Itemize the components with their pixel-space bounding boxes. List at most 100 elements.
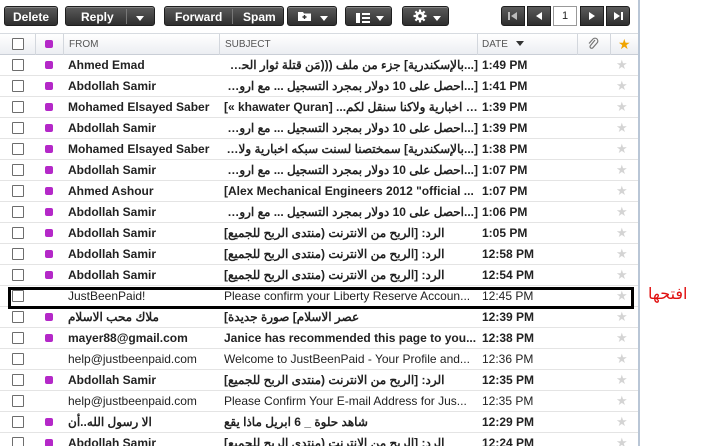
row-checkbox[interactable] [12,101,24,113]
unread-dot-icon[interactable] [45,439,53,446]
star-icon[interactable]: ★ [616,97,628,117]
message-row[interactable]: mayer88@gmail.com Janice has recommended … [0,328,638,349]
row-checkbox[interactable] [12,80,24,92]
first-page-button[interactable] [501,6,525,26]
star-icon[interactable]: ★ [616,412,628,432]
row-checkbox[interactable] [12,164,24,176]
select-all-checkbox[interactable] [12,38,24,50]
row-checkbox[interactable] [12,206,24,218]
message-row[interactable]: Abdollah Samir الرد: [الربح من الانترنت (… [0,370,638,391]
star-icon[interactable]: ★ [616,265,628,285]
star-icon[interactable]: ★ [616,76,628,96]
spam-button[interactable]: Spam [243,7,276,27]
unread-dot-icon[interactable] [45,208,53,216]
row-checkbox[interactable] [12,395,24,407]
message-row[interactable]: Mohamed Elsayed Saber [...بالإسكندرية] سم… [0,139,638,160]
row-checkbox[interactable] [12,122,24,134]
unread-dot-icon[interactable] [45,250,53,258]
row-checkbox[interactable] [12,437,24,446]
message-subject: [...بالإسكندرية] جزء من ملف (((مَن قتلة … [224,58,478,72]
message-from: Mohamed Elsayed Saber [68,142,210,156]
row-checkbox[interactable] [12,311,24,323]
from-column-header[interactable]: FROM [69,34,98,55]
star-icon[interactable]: ★ [616,223,628,243]
unread-dot-icon[interactable] [45,334,53,342]
star-icon[interactable]: ★ [616,160,628,180]
forward-button[interactable]: Forward [175,7,222,27]
row-checkbox[interactable] [12,248,24,260]
move-button[interactable] [287,6,337,26]
settings-button[interactable] [402,6,449,26]
row-checkbox[interactable] [12,332,24,344]
message-row[interactable]: Abdollah Samir [...احصل على 10 دولار بمجر… [0,118,638,139]
star-icon[interactable]: ★ [616,307,628,327]
row-checkbox[interactable] [12,185,24,197]
row-checkbox[interactable] [12,374,24,386]
move-dropdown-icon [319,7,329,27]
unread-dot-icon[interactable] [45,418,53,426]
message-row[interactable]: Abdollah Samir الرد: [الربح من الانترنت (… [0,223,638,244]
message-row[interactable]: Ahmed Emad [...بالإسكندرية] جزء من ملف ((… [0,55,638,76]
next-page-button[interactable] [580,6,604,26]
message-row[interactable]: help@justbeenpaid.com Please Confirm Your… [0,391,638,412]
message-subject: [...بالإسكندرية] سمختصنا لسنت سبكه اخبار… [224,142,478,156]
star-icon[interactable]: ★ [616,391,628,411]
star-icon[interactable]: ★ [616,118,628,138]
message-row[interactable]: Abdollah Samir الرد: [الربح من الانترنت (… [0,244,638,265]
unread-dot-icon[interactable] [45,271,53,279]
last-page-button[interactable] [606,6,630,26]
unread-dot-icon[interactable] [45,82,53,90]
message-row[interactable]: Abdollah Samir [...احصل على 10 دولار بمجر… [0,76,638,97]
star-column-icon[interactable]: ★ [618,34,631,55]
unread-dot-icon[interactable] [45,187,53,195]
unread-dot-icon[interactable] [45,145,53,153]
star-icon[interactable]: ★ [616,202,628,222]
message-row[interactable]: ملاك محب الاسلام عصر الاسلام] صورة جديدة]… [0,307,638,328]
message-row[interactable]: الا رسول الله..أن شاهد حلوة _ 6 ابريل ماذ… [0,412,638,433]
unread-dot-icon[interactable] [45,313,53,321]
row-checkbox[interactable] [12,227,24,239]
unread-dot-icon[interactable] [45,229,53,237]
row-checkbox[interactable] [12,416,24,428]
row-checkbox[interactable] [12,269,24,281]
message-row[interactable]: Ahmed Ashour [Alex Mechanical Engineers 2… [0,181,638,202]
view-options-button[interactable] [345,6,392,26]
message-list-header: FROM SUBJECT DATE ★ [0,33,638,55]
star-icon[interactable]: ★ [616,55,628,75]
star-icon[interactable]: ★ [616,349,628,369]
star-icon[interactable]: ★ [616,328,628,348]
star-icon[interactable]: ★ [616,370,628,390]
unread-column-icon[interactable] [45,40,53,48]
row-checkbox[interactable] [12,59,24,71]
unread-dot-icon[interactable] [45,103,53,111]
sort-descending-icon [515,34,524,55]
unread-dot-icon[interactable] [45,166,53,174]
reply-dropdown-icon[interactable] [135,7,145,27]
message-row[interactable]: Abdollah Samir الرد: [الربح من الانترنت (… [0,265,638,286]
prev-page-button[interactable] [527,6,551,26]
message-row[interactable]: help@justbeenpaid.com Welcome to JustBeen… [0,349,638,370]
unread-dot-icon[interactable] [45,61,53,69]
row-checkbox[interactable] [12,143,24,155]
message-row[interactable]: Abdollah Samir الرد: [الربح من الانترنت (… [0,433,638,446]
delete-button[interactable]: Delete [4,6,58,26]
date-column-header[interactable]: DATE [482,34,524,55]
message-row[interactable]: Abdollah Samir [...احصل على 10 دولار بمجر… [0,160,638,181]
scrollbar-edge[interactable] [638,0,640,446]
star-icon[interactable]: ★ [616,244,628,264]
star-icon[interactable]: ★ [616,139,628,159]
message-row[interactable]: Abdollah Samir [...احصل على 10 دولار بمجر… [0,202,638,223]
message-subject: عصر الاسلام] صورة جديدة] [224,310,360,324]
row-checkbox[interactable] [12,353,24,365]
message-subject: [...احصل على 10 دولار بمجرد التسجيل ... … [224,205,478,219]
message-subject: شاهد حلوة _ 6 ابريل ماذا يقع [224,415,368,429]
unread-dot-icon[interactable] [45,376,53,384]
message-subject: [...احصل على 10 دولار بمجرد التسجيل ... … [224,79,478,93]
page-number[interactable]: 1 [553,6,577,26]
unread-dot-icon[interactable] [45,124,53,132]
reply-button[interactable]: Reply [65,6,155,26]
message-row[interactable]: Mohamed Elsayed Saber [« khawater Quran] … [0,97,638,118]
subject-column-header[interactable]: SUBJECT [225,34,271,55]
star-icon[interactable]: ★ [616,433,628,446]
star-icon[interactable]: ★ [616,181,628,201]
